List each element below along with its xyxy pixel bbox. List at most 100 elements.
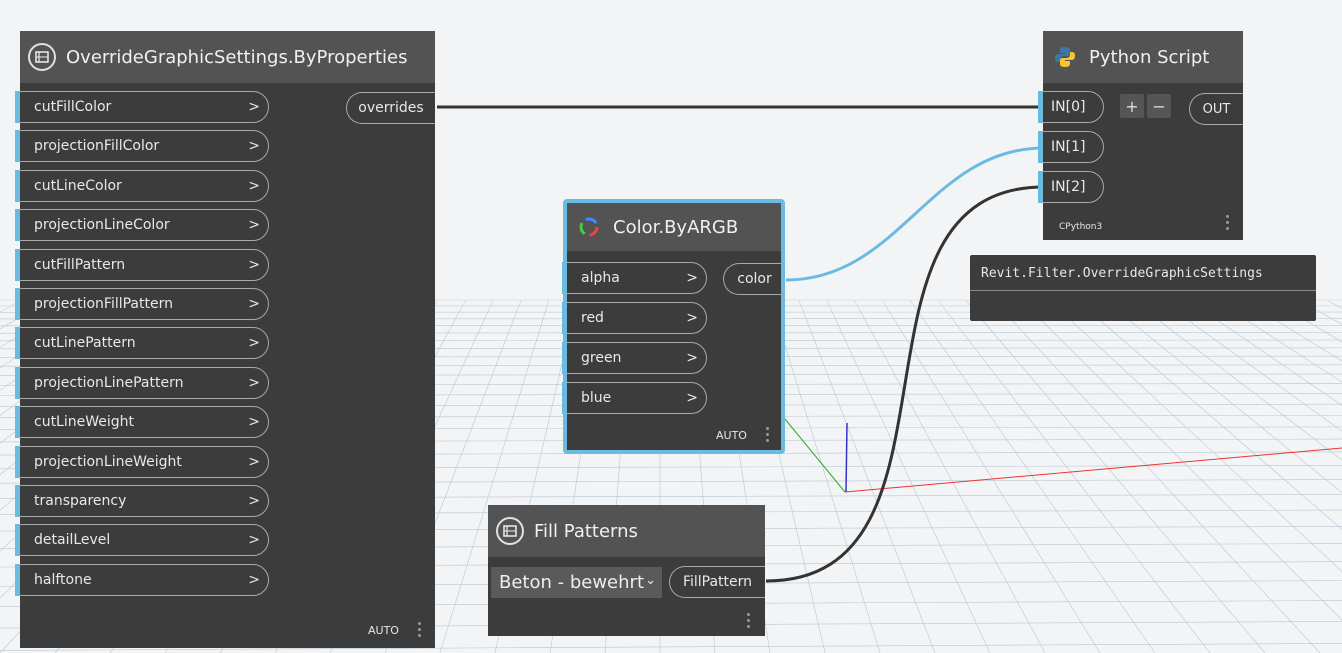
node-menu-icon[interactable] — [1226, 215, 1230, 233]
python-script-node[interactable]: Python Script IN[0] IN[1] IN[2] + − OUT CP… — [1038, 31, 1243, 240]
remove-input-button[interactable]: − — [1147, 94, 1171, 118]
node-menu-icon[interactable] — [766, 427, 770, 445]
port-accent — [15, 445, 20, 478]
output-port-overrides[interactable]: overrides — [346, 92, 435, 124]
input-port-in0[interactable]: IN[0] — [1038, 91, 1104, 123]
node-header[interactable]: Fill Patterns — [488, 505, 765, 557]
port-accent — [562, 262, 567, 294]
node-header[interactable]: OverrideGraphicSettings.ByProperties — [20, 31, 435, 83]
input-port-transparency[interactable]: transparency > — [15, 485, 269, 517]
port-label: cutFillColor — [34, 99, 112, 115]
port-accent — [562, 302, 567, 334]
node-title: Color.ByARGB — [613, 216, 739, 238]
input-port-cutfillpattern[interactable]: cutFillPattern > — [15, 248, 269, 281]
input-port-projectionfillpattern[interactable]: projectionFillPattern > — [15, 288, 269, 320]
input-port-cutlineweight[interactable]: cutLineWeight > — [15, 406, 269, 439]
chevron-right-icon: > — [248, 493, 260, 509]
chevron-right-icon: > — [248, 296, 260, 312]
port-accent — [15, 406, 20, 439]
port-label: cutFillPattern — [34, 256, 126, 273]
port-accent — [15, 209, 20, 242]
port-accent — [15, 248, 20, 281]
preview-value: Revit.Filter.OverrideGraphicSettings — [981, 266, 1263, 281]
input-port-red[interactable]: red > — [562, 302, 707, 334]
revit-node-icon — [28, 43, 56, 71]
port-accent — [15, 91, 20, 123]
port-label: IN[0] — [1051, 99, 1086, 115]
input-port-cutlinecolor[interactable]: cutLineColor > — [15, 169, 269, 202]
port-accent — [15, 169, 20, 202]
port-accent — [562, 342, 567, 374]
output-port-out[interactable]: OUT — [1189, 93, 1243, 125]
node-header[interactable]: Python Script — [1043, 31, 1243, 83]
input-port-projectionlineweight[interactable]: projectionLineWeight > — [15, 445, 269, 478]
chevron-right-icon: > — [248, 138, 260, 155]
port-label: color — [737, 271, 772, 287]
port-accent — [562, 382, 567, 414]
port-label: alpha — [581, 270, 620, 286]
port-accent — [15, 524, 20, 557]
port-label: IN[2] — [1051, 179, 1086, 195]
preview-divider — [970, 290, 1316, 291]
port-label: FillPattern — [682, 574, 753, 590]
input-port-alpha[interactable]: alpha > — [562, 262, 707, 294]
input-port-in2[interactable]: IN[2] — [1038, 171, 1104, 203]
port-accent — [15, 366, 20, 399]
graph-canvas[interactable]: OverrideGraphicSettings.ByProperties cut… — [0, 0, 1342, 653]
input-port-blue[interactable]: blue > — [562, 382, 707, 414]
chevron-right-icon: > — [686, 350, 698, 366]
node-header[interactable]: Color.ByARGB — [567, 203, 781, 251]
port-label: cutLineWeight — [34, 414, 135, 431]
chevron-right-icon: > — [248, 256, 260, 273]
fill-pattern-dropdown[interactable]: Beton - bewehrt ⌄ — [491, 567, 662, 598]
port-label: IN[1] — [1051, 139, 1086, 155]
chevron-right-icon: > — [248, 177, 260, 194]
chevron-right-icon: > — [248, 414, 260, 431]
node-menu-icon[interactable] — [418, 622, 422, 640]
node-title: Python Script — [1089, 46, 1210, 68]
input-port-projectionlinecolor[interactable]: projectionLineColor > — [15, 209, 269, 242]
port-accent — [15, 288, 20, 320]
node-title: OverrideGraphicSettings.ByProperties — [66, 46, 408, 68]
port-label: projectionLinePattern — [34, 374, 184, 391]
lacing-label: AUTO — [716, 429, 747, 442]
chevron-right-icon: > — [686, 270, 698, 286]
preview-bubble[interactable]: Revit.Filter.OverrideGraphicSettings — [970, 255, 1316, 321]
port-accent — [15, 130, 20, 163]
port-label: blue — [581, 390, 612, 406]
override-graphic-settings-node[interactable]: OverrideGraphicSettings.ByProperties cut… — [15, 31, 435, 648]
chevron-right-icon: > — [248, 99, 260, 115]
output-port-fillpattern[interactable]: FillPattern — [669, 566, 765, 598]
port-accent — [1038, 131, 1043, 163]
chevron-down-icon: ⌄ — [645, 573, 656, 588]
dropdown-value: Beton - bewehrt — [499, 572, 645, 593]
chevron-right-icon: > — [686, 310, 698, 326]
output-port-color[interactable]: color — [723, 263, 785, 295]
chevron-right-icon: > — [686, 390, 698, 406]
input-port-green[interactable]: green > — [562, 342, 707, 374]
input-port-cutlinepattern[interactable]: cutLinePattern > — [15, 327, 269, 360]
input-port-cutfillcolor[interactable]: cutFillColor > — [15, 91, 269, 123]
input-port-projectionlinepattern[interactable]: projectionLinePattern > — [15, 366, 269, 399]
node-menu-icon[interactable] — [747, 613, 751, 631]
add-input-button[interactable]: + — [1120, 94, 1144, 118]
wire-fillpattern-to-in2[interactable] — [765, 185, 1045, 583]
color-byargb-node[interactable]: Color.ByARGB alpha > red > green > blue > color… — [562, 199, 785, 454]
input-port-projectionfillcolor[interactable]: projectionFillColor > — [15, 130, 269, 163]
chevron-right-icon: > — [248, 532, 260, 549]
chevron-right-icon: > — [248, 335, 260, 352]
port-label: halftone — [34, 571, 92, 588]
chevron-right-icon: > — [248, 453, 260, 470]
port-label: transparency — [34, 493, 127, 509]
lacing-label: AUTO — [368, 624, 399, 637]
color-palette-icon — [575, 213, 603, 241]
port-label: projectionLineColor — [34, 217, 170, 234]
port-label: OUT — [1202, 101, 1231, 117]
input-port-in1[interactable]: IN[1] — [1038, 131, 1104, 163]
port-label: cutLineColor — [34, 177, 122, 194]
fill-patterns-node[interactable]: Fill Patterns Beton - bewehrt ⌄ FillPatt… — [488, 505, 765, 636]
input-port-halftone[interactable]: halftone > — [15, 563, 269, 596]
input-port-detaillevel[interactable]: detailLevel > — [15, 524, 269, 557]
port-label: projectionLineWeight — [34, 453, 182, 470]
port-accent — [1038, 91, 1043, 123]
